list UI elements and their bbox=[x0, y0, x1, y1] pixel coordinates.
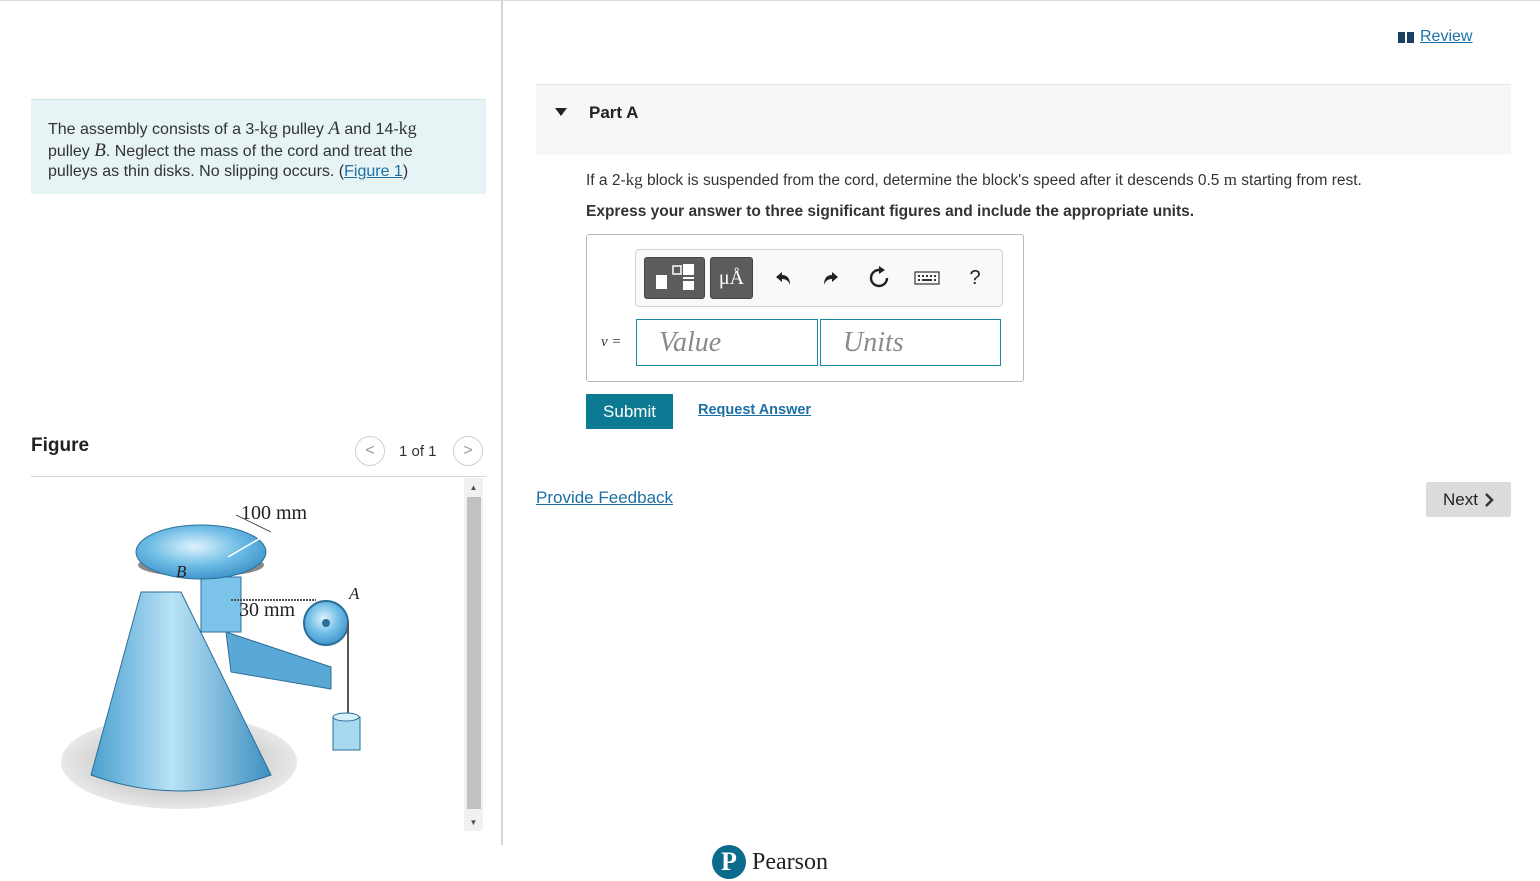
pearson-brand: Pearson bbox=[752, 848, 828, 875]
figure-link[interactable]: Figure 1 bbox=[344, 163, 403, 180]
scroll-down-icon[interactable]: ▼ bbox=[464, 813, 483, 831]
figure-counter: 1 of 1 bbox=[399, 443, 437, 460]
problem-statement: The assembly consists of a 3-kg pulley A… bbox=[31, 99, 486, 194]
instruction-text: Express your answer to three significant… bbox=[586, 203, 1195, 220]
part-header[interactable] bbox=[536, 84, 1511, 155]
help-icon: ? bbox=[969, 266, 981, 289]
value-input[interactable]: Value bbox=[636, 319, 818, 366]
help-button[interactable]: ? bbox=[962, 257, 988, 299]
unit-kg: kg bbox=[259, 118, 278, 138]
problem-text: pulleys as thin disks. No slipping occur… bbox=[48, 163, 345, 180]
label-b: B bbox=[176, 562, 187, 581]
label-radius-a: 30 mm bbox=[239, 599, 296, 621]
suspended-block bbox=[332, 716, 361, 751]
var-a: A bbox=[328, 118, 340, 139]
figure-next-button[interactable]: > bbox=[453, 436, 483, 466]
unit-kg: kg bbox=[398, 118, 417, 138]
top-border bbox=[0, 0, 1540, 1]
submit-button[interactable]: Submit bbox=[586, 394, 673, 429]
reset-button[interactable] bbox=[864, 257, 894, 299]
unit-kg: kg bbox=[625, 170, 643, 189]
scroll-up-icon[interactable]: ▲ bbox=[464, 478, 483, 496]
label-a: A bbox=[348, 584, 360, 603]
problem-text: ) bbox=[402, 163, 409, 180]
request-answer-link[interactable]: Request Answer bbox=[698, 402, 811, 418]
problem-text: pulley bbox=[48, 142, 95, 160]
pulley-b-disc bbox=[135, 524, 267, 580]
unit-m: m bbox=[1223, 170, 1237, 189]
answer-variable-label: v = bbox=[601, 334, 622, 350]
keyboard-button[interactable] bbox=[912, 257, 942, 299]
figure-title: Figure bbox=[31, 435, 90, 456]
question-part: If a 2- bbox=[586, 172, 626, 189]
chevron-right-icon: > bbox=[463, 442, 473, 459]
undo-icon bbox=[776, 272, 790, 285]
review-label: Review bbox=[1420, 28, 1473, 45]
problem-text: pulley bbox=[277, 121, 329, 138]
units-icon: μÅ bbox=[718, 266, 745, 289]
neck bbox=[200, 576, 242, 633]
reset-icon bbox=[869, 266, 889, 288]
book-icon bbox=[1398, 31, 1414, 43]
collapse-caret-icon[interactable] bbox=[555, 108, 567, 116]
undo-button[interactable] bbox=[770, 257, 798, 299]
question-part: block is suspended from the cord, determ… bbox=[642, 172, 1224, 189]
pulley-assembly-illustration: 100 mm B 30 mm A bbox=[61, 502, 361, 809]
question-text: If a 2-kg block is suspended from the co… bbox=[586, 170, 1362, 190]
pearson-footer: P Pearson bbox=[712, 845, 828, 879]
cone-base bbox=[90, 591, 272, 792]
templates-button[interactable] bbox=[644, 257, 705, 299]
question-part: starting from rest. bbox=[1236, 172, 1362, 189]
review-link[interactable]: Review bbox=[1398, 28, 1472, 46]
chevron-right-icon bbox=[1485, 492, 1494, 507]
templates-icon bbox=[655, 264, 694, 290]
scrollbar-thumb[interactable] bbox=[467, 497, 481, 809]
redo-button[interactable] bbox=[816, 257, 844, 299]
problem-text: and 14- bbox=[339, 121, 399, 138]
units-button[interactable]: μÅ bbox=[710, 257, 753, 299]
part-title: Part A bbox=[589, 103, 639, 122]
figure-image: 100 mm B 30 mm A bbox=[31, 477, 461, 837]
next-button[interactable]: Next bbox=[1426, 482, 1511, 517]
figure-prev-button[interactable]: < bbox=[355, 436, 385, 466]
problem-text: The assembly consists of a 3- bbox=[48, 121, 260, 138]
var-b: B bbox=[94, 139, 106, 161]
pearson-logo-icon: P bbox=[712, 845, 746, 879]
provide-feedback-link[interactable]: Provide Feedback bbox=[536, 488, 673, 508]
problem-text: . Neglect the mass of the cord and treat… bbox=[105, 142, 413, 160]
redo-icon bbox=[824, 272, 838, 285]
next-label: Next bbox=[1443, 489, 1478, 509]
keyboard-icon bbox=[914, 271, 940, 285]
column-divider bbox=[501, 0, 503, 845]
label-radius-b: 100 mm bbox=[241, 502, 308, 524]
chevron-left-icon: < bbox=[365, 442, 375, 459]
units-input[interactable]: Units bbox=[820, 319, 1001, 366]
